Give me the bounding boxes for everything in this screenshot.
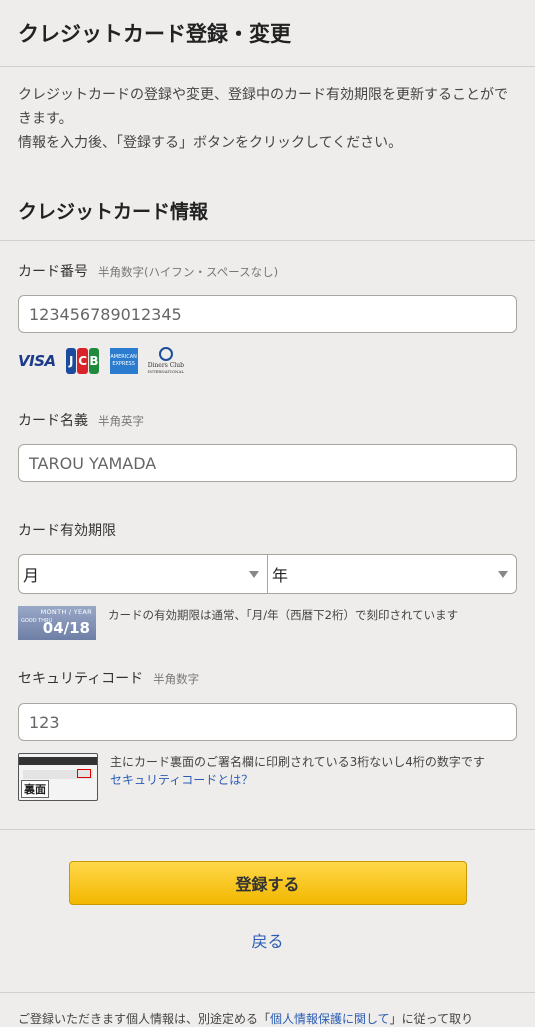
- register-button[interactable]: 登録する: [68, 861, 467, 905]
- security-note: 主にカード裏面のご署名欄に印刷されている3桁ないし4桁の数字です: [110, 755, 485, 769]
- expiry-selects: 月 年: [18, 554, 517, 594]
- security-code-input[interactable]: 123: [18, 703, 517, 741]
- security-code-hint: 半角数字: [153, 672, 200, 686]
- visa-logo: VISA: [18, 351, 56, 370]
- card-name-label: カード名義 半角英字: [0, 410, 535, 430]
- card-back-label: 裏面: [21, 780, 49, 798]
- intro-line-1: クレジットカードの登録や変更、登録中のカード有効期限を更新することができます。: [18, 87, 508, 127]
- card-number-input[interactable]: 123456789012345: [18, 295, 517, 333]
- diners-club-icon: [158, 347, 173, 361]
- jcb-logo-j: J: [66, 347, 77, 374]
- security-info: 裏面 主にカード裏面のご署名欄に印刷されている3桁ないし4桁の数字です セキュリ…: [18, 753, 517, 801]
- intro-text: クレジットカードの登録や変更、登録中のカード有効期限を更新することができます。 …: [0, 67, 535, 155]
- divider: [0, 829, 535, 830]
- expiry-info: MONTH / YEAR GOOD THRU 04/18 カードの有効期限は通常…: [18, 606, 517, 640]
- card-name-input[interactable]: TAROU YAMADA: [18, 444, 517, 482]
- card-number-label: カード番号 半角数字(ハイフン・スペースなし): [0, 261, 535, 281]
- expiry-month-value: 月: [23, 566, 40, 585]
- jcb-logo: J C B: [66, 347, 100, 374]
- privacy-footer: ご登録いただきます個人情報は、別途定める「個人情報保護に関して」に従って取り: [0, 1010, 535, 1027]
- security-code-highlight: [77, 769, 91, 778]
- card-name-label-text: カード名義: [18, 413, 88, 429]
- magnetic-stripe: [19, 757, 97, 765]
- expiry-note: カードの有効期限は通常、「月/年（西暦下2桁）で刻印されています: [108, 608, 459, 622]
- card-brand-logos: VISA J C B AMERICAN EXPRESS Diners Club …: [18, 347, 517, 374]
- card-back-image: 裏面: [18, 753, 98, 801]
- expiry-image-value: 04/18: [42, 619, 90, 637]
- page-title: クレジットカード登録・変更: [18, 22, 291, 46]
- amex-logo: AMERICAN EXPRESS: [109, 347, 138, 374]
- security-code-label: セキュリティコード 半角数字: [0, 668, 535, 688]
- expiry-label: カード有効期限: [0, 520, 535, 540]
- page-header: クレジットカード登録・変更: [0, 0, 535, 67]
- dropdown-arrow-icon: [249, 570, 259, 578]
- expiry-label-text: カード有効期限: [18, 523, 116, 539]
- jcb-logo-c: C: [77, 347, 88, 374]
- card-number-label-text: カード番号: [18, 264, 88, 280]
- card-number-hint: 半角数字(ハイフン・スペースなし): [98, 265, 279, 279]
- diners-club-logo: Diners Club INTERNATIONAL: [148, 347, 184, 374]
- back-link[interactable]: 戻る: [0, 928, 535, 952]
- footer-divider: [0, 992, 535, 993]
- expiry-card-image: MONTH / YEAR GOOD THRU 04/18: [18, 606, 96, 640]
- expiry-image-header: MONTH / YEAR: [40, 608, 92, 616]
- section-title: クレジットカード情報: [0, 197, 535, 241]
- intro-line-2: 情報を入力後、「登録する」ボタンをクリックしてください。: [18, 135, 403, 151]
- security-code-label-text: セキュリティコード: [18, 671, 144, 687]
- diners-club-subtext: INTERNATIONAL: [147, 369, 185, 374]
- expiry-year-value: 年: [272, 566, 289, 585]
- security-code-help-link[interactable]: セキュリティコードとは？: [110, 771, 485, 789]
- security-info-text: 主にカード裏面のご署名欄に印刷されている3桁ないし4桁の数字です セキュリティコ…: [110, 753, 485, 789]
- jcb-logo-b: B: [88, 347, 100, 374]
- expiry-month-select[interactable]: 月: [19, 555, 267, 593]
- dropdown-arrow-icon: [498, 570, 508, 578]
- expiry-year-select[interactable]: 年: [267, 555, 516, 593]
- diners-club-text: Diners Club: [147, 362, 184, 369]
- card-name-hint: 半角英字: [98, 414, 144, 428]
